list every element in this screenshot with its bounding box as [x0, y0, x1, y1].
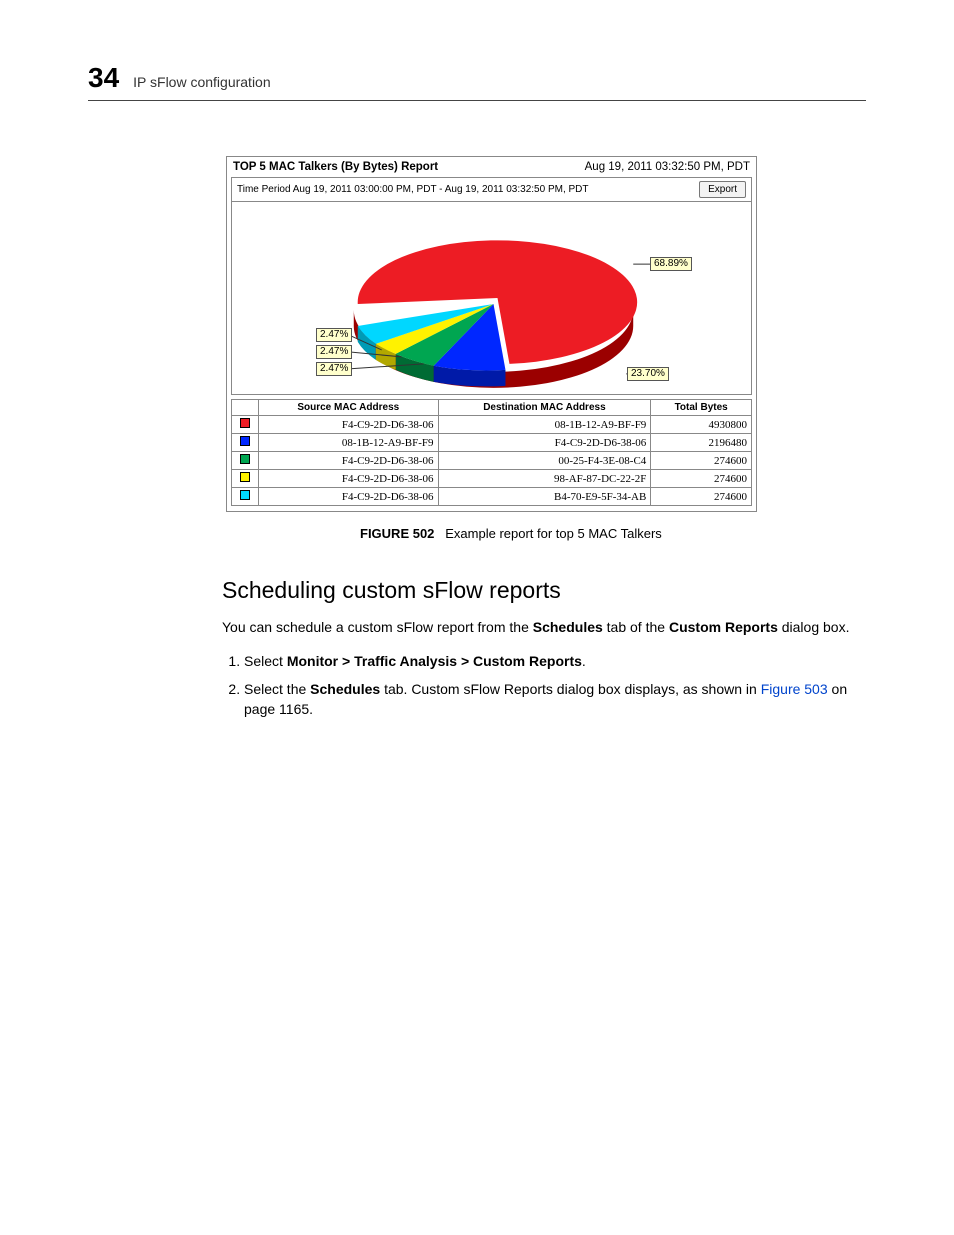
report-title: TOP 5 MAC Talkers (By Bytes) Report — [233, 161, 438, 173]
color-swatch — [240, 418, 250, 428]
col-dst: Destination MAC Address — [438, 400, 651, 416]
page-header: 34 IP sFlow configuration — [88, 62, 866, 94]
color-swatch — [240, 454, 250, 464]
col-bytes: Total Bytes — [651, 400, 752, 416]
chart-label: 23.70% — [627, 367, 669, 381]
chart-label: 2.47% — [316, 328, 352, 342]
table-row: F4-C9-2D-D6-38-0608-1B-12-A9-BF-F9493080… — [232, 416, 752, 434]
figure-caption: FIGURE 502 Example report for top 5 MAC … — [360, 526, 866, 541]
text: dialog box. — [778, 619, 850, 635]
text-bold: Monitor > Traffic Analysis > Custom Repo… — [287, 653, 582, 669]
section-heading: Scheduling custom sFlow reports — [222, 577, 866, 604]
report-screenshot: TOP 5 MAC Talkers (By Bytes) Report Aug … — [226, 156, 757, 512]
list-item: Select Monitor > Traffic Analysis > Cust… — [244, 651, 866, 671]
table-row: 08-1B-12-A9-BF-F9F4-C9-2D-D6-38-06219648… — [232, 434, 752, 452]
color-swatch — [240, 472, 250, 482]
table-row: F4-C9-2D-D6-38-0600-25-F4-3E-08-C4274600 — [232, 452, 752, 470]
color-swatch — [240, 436, 250, 446]
dst-mac: 08-1B-12-A9-BF-F9 — [438, 416, 651, 434]
pie-chart: 68.89% 23.70% 2.47% 2.47% 2.47% — [232, 202, 751, 394]
table-header-row: Source MAC Address Destination MAC Addre… — [232, 400, 752, 416]
total-bytes: 274600 — [651, 470, 752, 488]
data-table: Source MAC Address Destination MAC Addre… — [231, 399, 752, 506]
src-mac: F4-C9-2D-D6-38-06 — [259, 488, 439, 506]
text-bold: Schedules — [310, 681, 380, 697]
col-src: Source MAC Address — [259, 400, 439, 416]
chapter-number: 34 — [88, 62, 119, 94]
table-row: F4-C9-2D-D6-38-0698-AF-87-DC-22-2F274600 — [232, 470, 752, 488]
text: tab of the — [603, 619, 669, 635]
text-bold: Schedules — [533, 619, 603, 635]
divider — [88, 100, 866, 101]
chart-label: 2.47% — [316, 345, 352, 359]
chart-label: 2.47% — [316, 362, 352, 376]
figure-link[interactable]: Figure 503 — [761, 681, 828, 697]
export-button[interactable]: Export — [699, 181, 746, 198]
table-row: F4-C9-2D-D6-38-06B4-70-E9-5F-34-AB274600 — [232, 488, 752, 506]
text-bold: Custom Reports — [669, 619, 778, 635]
total-bytes: 4930800 — [651, 416, 752, 434]
dst-mac: F4-C9-2D-D6-38-06 — [438, 434, 651, 452]
total-bytes: 2196480 — [651, 434, 752, 452]
report-period: Time Period Aug 19, 2011 03:00:00 PM, PD… — [237, 184, 589, 195]
figure-label: FIGURE 502 — [360, 526, 434, 541]
text: tab. Custom sFlow Reports dialog box dis… — [380, 681, 761, 697]
list-item: Select the Schedules tab. Custom sFlow R… — [244, 679, 866, 720]
total-bytes: 274600 — [651, 488, 752, 506]
dst-mac: 98-AF-87-DC-22-2F — [438, 470, 651, 488]
figure-text: Example report for top 5 MAC Talkers — [445, 526, 662, 541]
text: You can schedule a custom sFlow report f… — [222, 619, 533, 635]
text: . — [582, 653, 586, 669]
chart-label: 68.89% — [650, 257, 692, 271]
header-title: IP sFlow configuration — [133, 74, 270, 92]
src-mac: F4-C9-2D-D6-38-06 — [259, 452, 439, 470]
src-mac: F4-C9-2D-D6-38-06 — [259, 470, 439, 488]
dst-mac: 00-25-F4-3E-08-C4 — [438, 452, 651, 470]
src-mac: 08-1B-12-A9-BF-F9 — [259, 434, 439, 452]
text: Select — [244, 653, 287, 669]
text: Select the — [244, 681, 310, 697]
total-bytes: 274600 — [651, 452, 752, 470]
intro-paragraph: You can schedule a custom sFlow report f… — [222, 618, 856, 637]
src-mac: F4-C9-2D-D6-38-06 — [259, 416, 439, 434]
color-swatch — [240, 490, 250, 500]
steps-list: Select Monitor > Traffic Analysis > Cust… — [222, 651, 866, 720]
report-timestamp: Aug 19, 2011 03:32:50 PM, PDT — [585, 161, 750, 173]
dst-mac: B4-70-E9-5F-34-AB — [438, 488, 651, 506]
